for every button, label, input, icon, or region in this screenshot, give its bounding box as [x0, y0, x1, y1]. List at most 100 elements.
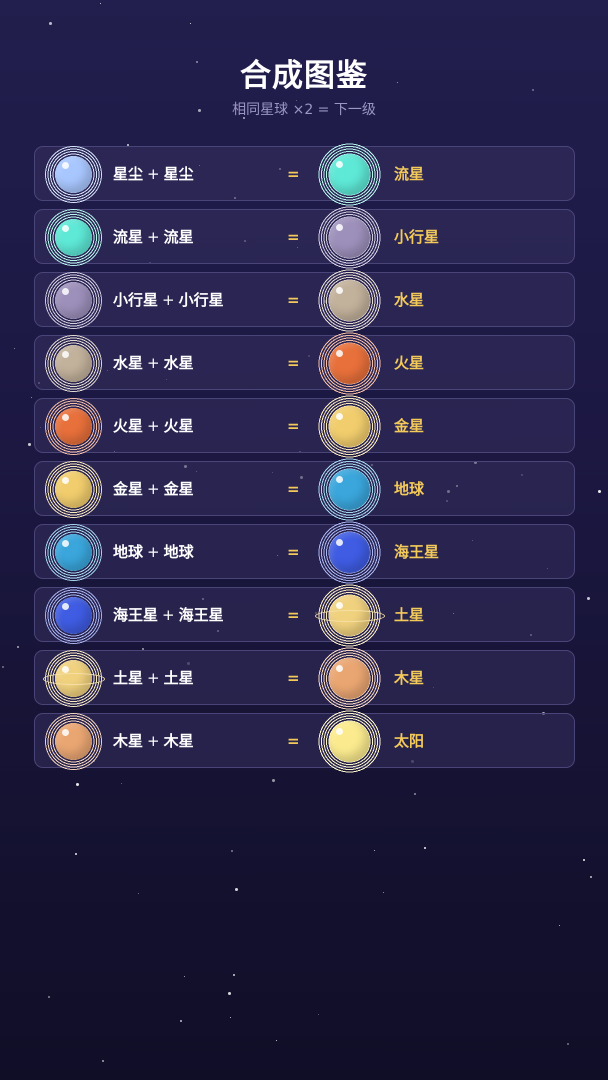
plus-sign: + — [147, 543, 160, 561]
planet-body — [55, 534, 92, 571]
star — [31, 397, 32, 398]
planet-body — [329, 469, 370, 510]
equals-sign: = — [287, 291, 300, 309]
recipe-row: 土星 + 土星 = 木星 — [34, 647, 575, 710]
earth-icon — [318, 458, 381, 521]
saturn-ring — [42, 672, 105, 685]
equals-sign: = — [287, 606, 300, 624]
planet-body — [329, 406, 370, 447]
input-planet-name: 地球 — [113, 543, 144, 561]
planet-body — [55, 156, 92, 193]
output-planet-name: 太阳 — [394, 732, 425, 750]
equals-sign: = — [287, 669, 300, 687]
planet-body — [329, 658, 370, 699]
star — [374, 850, 375, 851]
input-planet-name: 土星 — [163, 669, 194, 687]
star — [272, 779, 275, 782]
recipe-row: 星尘 + 星尘 = 流星 — [34, 143, 575, 206]
input-planet-name: 木星 — [113, 732, 144, 750]
plus-sign: + — [147, 354, 160, 372]
star — [383, 892, 384, 893]
recipe-row: 水星 + 水星 = 火星 — [34, 332, 575, 395]
page-title: 合成图鉴 — [240, 58, 368, 94]
recipe-row: 金星 + 金星 = 地球 — [34, 458, 575, 521]
planet-body — [329, 154, 370, 195]
equals-sign: = — [287, 543, 300, 561]
page-subtitle: 相同星球 ×2 = 下一级 — [232, 102, 376, 118]
plus-sign: + — [147, 669, 160, 687]
star — [559, 925, 560, 926]
star — [583, 859, 585, 861]
recipe-row: 火星 + 火星 = 金星 — [34, 395, 575, 458]
star — [14, 348, 15, 349]
plus-sign: + — [147, 228, 160, 246]
input-planet-name: 金星 — [113, 480, 144, 498]
star — [590, 876, 592, 878]
plus-sign: + — [147, 417, 160, 435]
recipe-row: 地球 + 地球 = 海王星 — [34, 521, 575, 584]
plus-sign: + — [162, 606, 175, 624]
planet-body — [55, 282, 92, 319]
star — [28, 443, 31, 446]
planet-highlight — [62, 225, 69, 232]
input-planet-name: 海王星 — [178, 606, 224, 624]
star — [228, 992, 231, 995]
planet-highlight — [336, 350, 343, 357]
recipe-inputs: 海王星 + 海王星 — [113, 588, 224, 643]
equals-sign: = — [287, 354, 300, 372]
star — [75, 853, 77, 855]
star — [414, 793, 416, 795]
planet-highlight — [336, 602, 343, 609]
saturn-ring — [314, 609, 385, 622]
planet-highlight — [62, 288, 69, 295]
recipe-row: 木星 + 木星 = 太阳 — [34, 710, 575, 773]
planet-highlight — [336, 413, 343, 420]
output-planet-name: 小行星 — [394, 228, 440, 246]
planet-highlight — [336, 161, 343, 168]
planet-body — [55, 219, 92, 256]
saturn-icon — [42, 650, 105, 707]
star — [230, 1017, 231, 1018]
input-planet-name: 金星 — [163, 480, 194, 498]
mars-icon — [318, 332, 381, 395]
planet-highlight — [62, 603, 69, 610]
planet-highlight — [62, 477, 69, 484]
input-planet-name: 流星 — [163, 228, 194, 246]
input-planet-name: 小行星 — [113, 291, 159, 309]
recipe-inputs: 小行星 + 小行星 — [113, 273, 224, 328]
jupiter-icon — [318, 647, 381, 710]
input-planet-name: 地球 — [163, 543, 194, 561]
neptune-icon — [318, 521, 381, 584]
planet-highlight — [62, 414, 69, 421]
planet-body — [55, 471, 92, 508]
planet-highlight — [62, 351, 69, 358]
plus-sign: + — [147, 480, 160, 498]
planet-highlight — [336, 224, 343, 231]
planet-highlight — [62, 666, 69, 673]
asteroid-icon — [318, 206, 381, 269]
input-planet-name: 火星 — [113, 417, 144, 435]
planet-body — [55, 345, 92, 382]
earth-icon — [45, 524, 102, 581]
recipe-inputs: 星尘 + 星尘 — [113, 147, 194, 202]
venus-icon — [45, 461, 102, 518]
output-planet-name: 火星 — [394, 354, 425, 372]
equals-sign: = — [287, 480, 300, 498]
planet-highlight — [336, 476, 343, 483]
meteor-icon — [45, 209, 102, 266]
star — [138, 893, 139, 894]
star — [190, 23, 191, 24]
star — [231, 850, 233, 852]
planet-highlight — [336, 539, 343, 546]
output-planet-name: 地球 — [394, 480, 425, 498]
output-planet-name: 土星 — [394, 606, 425, 624]
star — [567, 1043, 569, 1045]
planet-body — [329, 532, 370, 573]
sun-icon — [318, 710, 381, 773]
mercury-icon — [45, 335, 102, 392]
planet-highlight — [336, 728, 343, 735]
star — [102, 1060, 104, 1062]
equals-sign: = — [287, 732, 300, 750]
planet-body — [55, 597, 92, 634]
star — [184, 976, 185, 977]
